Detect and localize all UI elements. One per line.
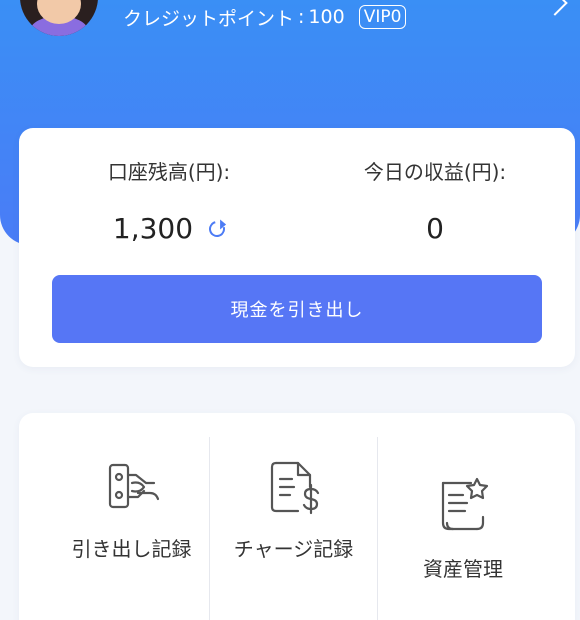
account-balance-label: 口座残高(円): <box>107 160 231 184</box>
account-balance-value-row: 1,300 <box>49 212 289 246</box>
document-star-icon <box>441 477 489 531</box>
refresh-icon[interactable] <box>206 218 229 240</box>
withdraw-hand-icon <box>108 463 159 509</box>
credit-label: クレジットポイント <box>123 7 295 30</box>
today-earnings-value: 0 <box>426 212 444 245</box>
menu-item-withdraw-records[interactable]: 引き出し記録 <box>54 413 209 620</box>
menu-item-label: チャージ記録 <box>233 537 354 561</box>
avatar[interactable] <box>20 0 98 36</box>
document-dollar-icon <box>270 461 319 515</box>
menu-item-label: 引き出し記録 <box>71 537 192 561</box>
today-earnings: 今日の収益(円): 0 <box>315 158 555 246</box>
menu-item-charge-records[interactable]: チャージ記録 <box>211 413 376 620</box>
balance-card: 口座残高(円): 1,300 今日の収益(円): 0 現金を引き出し <box>19 128 575 367</box>
credit-value: 100 <box>308 6 345 28</box>
menu-item-label: 資産管理 <box>423 557 503 581</box>
account-balance-value: 1,300 <box>112 212 194 245</box>
divider <box>209 437 210 620</box>
withdraw-cash-button[interactable]: 現金を引き出し <box>52 275 542 343</box>
account-balance: 口座残高(円): 1,300 <box>49 158 289 246</box>
credit-separator: : <box>298 6 305 28</box>
menu-card: 引き出し記録 チャージ記録 資産管理 <box>19 413 575 620</box>
vip-badge: VIP0 <box>358 5 407 29</box>
chevron-right-icon[interactable] <box>542 0 568 16</box>
today-earnings-label: 今日の収益(円): <box>363 160 507 184</box>
menu-item-asset-management[interactable]: 資産管理 <box>378 413 548 620</box>
today-earnings-value-row: 0 <box>315 212 555 246</box>
credit-points: クレジットポイント : 100 VIP0 <box>123 4 407 30</box>
